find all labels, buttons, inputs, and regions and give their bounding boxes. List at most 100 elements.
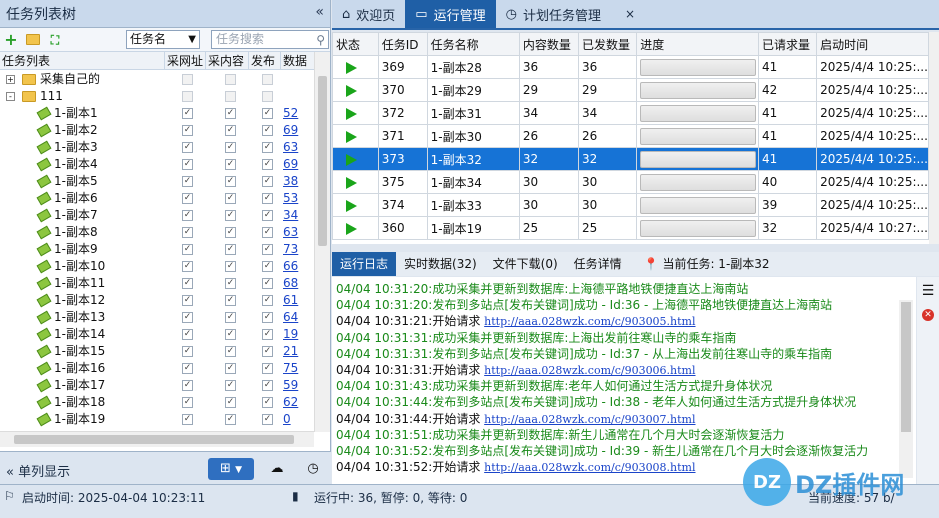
- tree-task-node[interactable]: 1-副本5 ✓ ✓ ✓ 38: [0, 173, 314, 190]
- tree-task-node[interactable]: 1-副本19 ✓ ✓ ✓ 0: [0, 411, 314, 428]
- tab-scheduled-tasks[interactable]: ◷ 计划任务管理 ×: [496, 0, 645, 28]
- tree-group-node[interactable]: - 111: [0, 88, 314, 105]
- tree-task-node[interactable]: 1-副本10 ✓ ✓ ✓ 66: [0, 258, 314, 275]
- checkbox[interactable]: [182, 91, 193, 102]
- checkbox[interactable]: ✓: [182, 227, 193, 238]
- grid-row[interactable]: 369 1-副本28 36 36 41 2025/4/4 10:25:...: [332, 55, 929, 79]
- tree-task-node[interactable]: 1-副本6 ✓ ✓ ✓ 53: [0, 190, 314, 207]
- grid-column-header[interactable]: 内容数量: [518, 32, 579, 56]
- scroll-thumb[interactable]: [901, 302, 911, 432]
- checkbox[interactable]: ✓: [225, 244, 236, 255]
- checkbox[interactable]: ✓: [262, 329, 273, 340]
- single-column-toggle[interactable]: « 单列显示: [6, 461, 70, 480]
- scroll-thumb[interactable]: [318, 76, 327, 246]
- data-count-link[interactable]: 52: [283, 105, 298, 122]
- checkbox[interactable]: ✓: [225, 363, 236, 374]
- checkbox[interactable]: ✓: [182, 159, 193, 170]
- checkbox[interactable]: ✓: [262, 414, 273, 425]
- checkbox[interactable]: ✓: [182, 210, 193, 221]
- search-field-select[interactable]: 任务名 ▼: [126, 30, 200, 49]
- checkbox[interactable]: ✓: [262, 380, 273, 391]
- checkbox[interactable]: [262, 74, 273, 85]
- tree-task-node[interactable]: 1-副本1 ✓ ✓ ✓ 52: [0, 105, 314, 122]
- data-count-link[interactable]: 63: [283, 139, 298, 156]
- tree-task-node[interactable]: 1-副本9 ✓ ✓ ✓ 73: [0, 241, 314, 258]
- cloud-download-button[interactable]: ☁: [264, 458, 290, 480]
- checkbox[interactable]: [182, 74, 193, 85]
- tab-task-detail[interactable]: 任务详情: [566, 252, 630, 276]
- data-count-link[interactable]: 68: [283, 275, 298, 292]
- checkbox[interactable]: ✓: [182, 193, 193, 204]
- checkbox[interactable]: ✓: [182, 278, 193, 289]
- checkbox[interactable]: ✓: [225, 380, 236, 391]
- tree-group-node[interactable]: + 采集自己的: [0, 71, 314, 88]
- checkbox[interactable]: ✓: [182, 346, 193, 357]
- checkbox[interactable]: ✓: [262, 210, 273, 221]
- checkbox[interactable]: ✓: [182, 363, 193, 374]
- grid-row[interactable]: 360 1-副本19 25 25 32 2025/4/4 10:27:...: [332, 216, 929, 240]
- data-count-link[interactable]: 63: [283, 224, 298, 241]
- checkbox[interactable]: ✓: [182, 176, 193, 187]
- checkbox[interactable]: ✓: [225, 210, 236, 221]
- search-icon[interactable]: ⚲: [316, 32, 325, 49]
- grid-row[interactable]: 372 1-副本31 34 34 41 2025/4/4 10:25:...: [332, 101, 929, 125]
- checkbox[interactable]: ✓: [225, 176, 236, 187]
- checkbox[interactable]: ✓: [262, 227, 273, 238]
- grid-row[interactable]: 371 1-副本30 26 26 41 2025/4/4 10:25:...: [332, 124, 929, 148]
- checkbox[interactable]: ✓: [182, 125, 193, 136]
- checkbox[interactable]: ✓: [182, 380, 193, 391]
- grid-row[interactable]: 373 1-副本32 32 32 41 2025/4/4 10:25:...: [332, 147, 929, 171]
- checkbox[interactable]: [225, 74, 236, 85]
- grid-column-header[interactable]: 启动时间: [816, 32, 929, 56]
- expand-all-icon[interactable]: ⛶: [48, 33, 62, 47]
- checkbox[interactable]: ✓: [262, 363, 273, 374]
- tree-task-node[interactable]: 1-副本13 ✓ ✓ ✓ 64: [0, 309, 314, 326]
- tree-task-node[interactable]: 1-副本4 ✓ ✓ ✓ 69: [0, 156, 314, 173]
- data-count-link[interactable]: 69: [283, 156, 298, 173]
- checkbox[interactable]: ✓: [262, 142, 273, 153]
- tree-task-node[interactable]: 1-副本3 ✓ ✓ ✓ 63: [0, 139, 314, 156]
- tree-horizontal-scrollbar[interactable]: [0, 431, 314, 447]
- grid-row[interactable]: 375 1-副本34 30 30 40 2025/4/4 10:25:...: [332, 170, 929, 194]
- grid-column-header[interactable]: 进度: [636, 32, 759, 56]
- tree-task-node[interactable]: 1-副本15 ✓ ✓ ✓ 21: [0, 343, 314, 360]
- data-count-link[interactable]: 34: [283, 207, 298, 224]
- checkbox[interactable]: ✓: [262, 159, 273, 170]
- checkbox[interactable]: ✓: [182, 261, 193, 272]
- checkbox[interactable]: ✓: [262, 278, 273, 289]
- checkbox[interactable]: ✓: [182, 108, 193, 119]
- checkbox[interactable]: ✓: [225, 159, 236, 170]
- add-icon[interactable]: +: [4, 31, 18, 47]
- checkbox[interactable]: ✓: [225, 295, 236, 306]
- checkbox[interactable]: ✓: [182, 414, 193, 425]
- checkbox[interactable]: ✓: [225, 346, 236, 357]
- checkbox[interactable]: ✓: [225, 125, 236, 136]
- sitemap-button[interactable]: ⊞ ▼: [208, 458, 254, 480]
- grid-column-header[interactable]: 已请求量: [757, 32, 818, 56]
- scroll-thumb[interactable]: [14, 435, 294, 444]
- data-count-link[interactable]: 38: [283, 173, 298, 190]
- collapse-icon[interactable]: -: [6, 92, 15, 101]
- schedule-button[interactable]: ◷: [300, 458, 326, 480]
- checkbox[interactable]: ✓: [262, 244, 273, 255]
- tree-task-node[interactable]: 1-副本12 ✓ ✓ ✓ 61: [0, 292, 314, 309]
- close-icon[interactable]: ×: [625, 7, 635, 21]
- col-publish[interactable]: 发布: [249, 52, 281, 69]
- grid-column-header[interactable]: 任务ID: [377, 32, 428, 56]
- checkbox[interactable]: ✓: [262, 193, 273, 204]
- checkbox[interactable]: ✓: [182, 295, 193, 306]
- tab-welcome[interactable]: ⌂ 欢迎页: [332, 0, 405, 28]
- menu-icon[interactable]: ☰: [917, 283, 939, 299]
- log-url-link[interactable]: http://aaa.028wzk.com/c/903005.html: [484, 315, 695, 328]
- checkbox[interactable]: ✓: [225, 108, 236, 119]
- clear-log-icon[interactable]: ✕: [922, 309, 934, 321]
- col-data[interactable]: 数据: [281, 52, 314, 69]
- col-collect-url[interactable]: 采网址: [165, 52, 206, 69]
- checkbox[interactable]: ✓: [262, 346, 273, 357]
- tree-task-node[interactable]: 1-副本16 ✓ ✓ ✓ 75: [0, 360, 314, 377]
- data-count-link[interactable]: 0: [283, 411, 291, 428]
- tree-task-node[interactable]: 1-副本2 ✓ ✓ ✓ 69: [0, 122, 314, 139]
- expand-icon[interactable]: +: [6, 75, 15, 84]
- task-search-input[interactable]: 任务搜索 ⚲: [211, 30, 329, 49]
- grid-column-header[interactable]: 任务名称: [426, 32, 520, 56]
